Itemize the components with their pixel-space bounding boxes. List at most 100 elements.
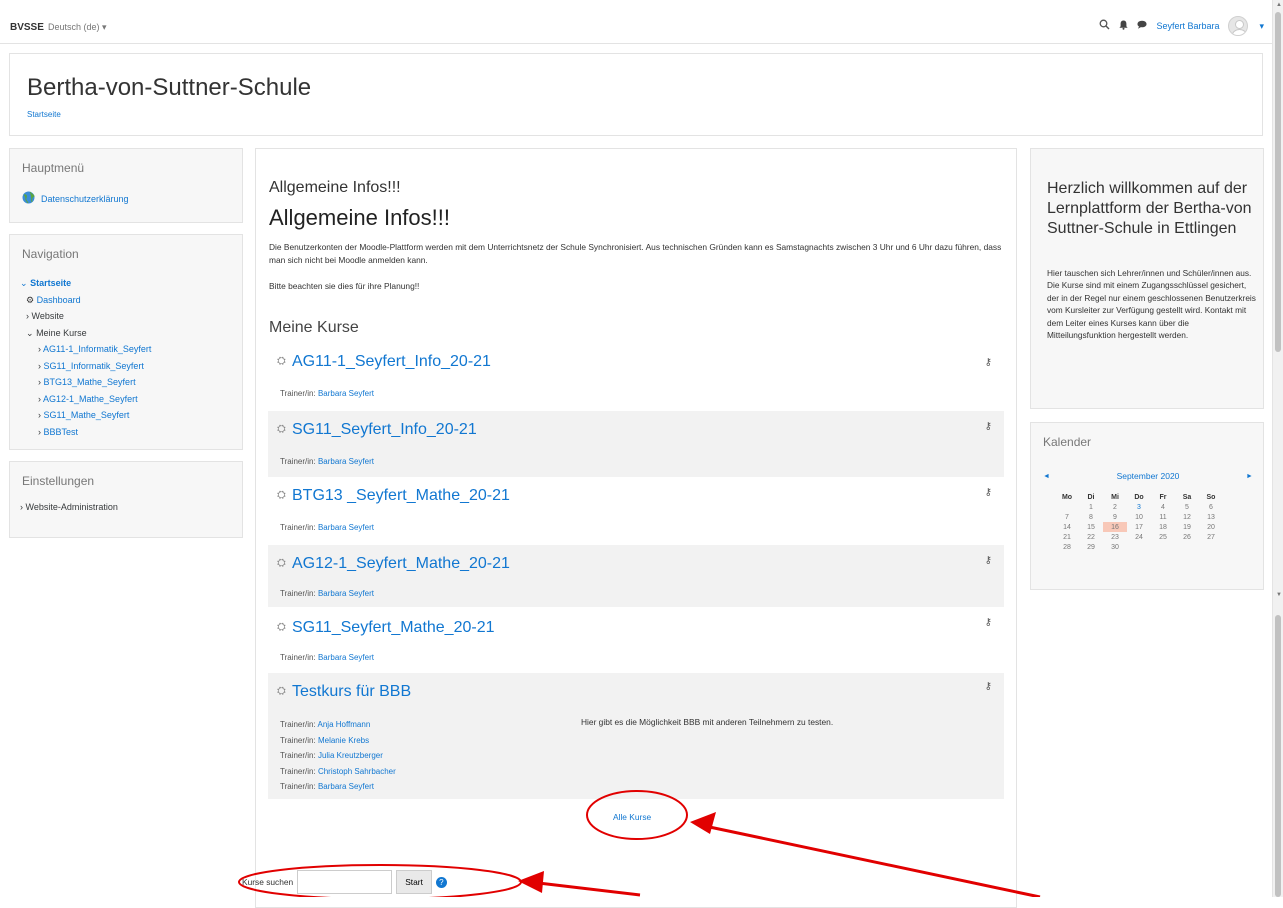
help-icon[interactable]: ? xyxy=(435,876,447,888)
calendar-day[interactable]: 14 xyxy=(1055,522,1079,532)
nav-website[interactable]: › Website xyxy=(20,308,151,325)
scroll-thumb[interactable] xyxy=(1275,12,1281,352)
calendar-day[interactable]: 23 xyxy=(1103,532,1127,542)
calendar-day[interactable]: 30 xyxy=(1103,542,1127,552)
nav-course-label[interactable]: AG11-1_Informatik_Seyfert xyxy=(43,344,151,354)
trainer-label: Trainer/in: xyxy=(280,589,316,598)
nav-course-label[interactable]: BTG13_Mathe_Seyfert xyxy=(44,377,136,387)
calendar-day[interactable]: 28 xyxy=(1055,542,1079,552)
trainer-label: Trainer/in: xyxy=(280,653,316,662)
course-title[interactable]: Testkurs für BBB xyxy=(292,683,411,701)
calendar-day[interactable]: 17 xyxy=(1127,522,1151,532)
nav-my-courses[interactable]: ⌄ Meine Kurse xyxy=(20,325,151,342)
privacy-link[interactable]: Datenschutzerklärung xyxy=(22,191,129,206)
weekday: Mi xyxy=(1111,494,1119,501)
calendar-day[interactable]: 13 xyxy=(1199,512,1223,522)
calendar-day[interactable]: 5 xyxy=(1175,502,1199,512)
nav-website-label: Website xyxy=(31,311,64,321)
trainer-link[interactable]: Barbara Seyfert xyxy=(318,389,374,398)
calendar-day[interactable]: 8 xyxy=(1079,512,1103,522)
trainer-link[interactable]: Julia Kreutzberger xyxy=(318,751,383,760)
calendar-day[interactable]: 15 xyxy=(1079,522,1103,532)
all-courses-link[interactable]: Alle Kurse xyxy=(613,812,651,822)
calendar-day[interactable]: 3 xyxy=(1127,502,1151,512)
language-menu[interactable]: Deutsch (de) ▾ xyxy=(48,22,107,33)
site-admin-item[interactable]: › Website-Administration xyxy=(20,502,118,512)
nav-course-label[interactable]: AG12-1_Mathe_Seyfert xyxy=(43,394,138,404)
calendar-day[interactable]: 7 xyxy=(1055,512,1079,522)
trainer-link[interactable]: Anja Hoffmann xyxy=(318,720,371,729)
trainer-link[interactable]: Christoph Sahrbacher xyxy=(318,767,396,776)
breadcrumb-home[interactable]: Startseite xyxy=(27,110,61,119)
search-label: Kurse suchen xyxy=(242,877,294,887)
calendar-day[interactable]: 1 xyxy=(1079,502,1103,512)
calendar-day[interactable]: 26 xyxy=(1175,532,1199,542)
calendar-day[interactable]: 19 xyxy=(1175,522,1199,532)
nav-home[interactable]: ⌄ Startseite xyxy=(20,275,151,292)
calendar-day[interactable]: 10 xyxy=(1127,512,1151,522)
course-title[interactable]: BTG13 _Seyfert_Mathe_20-21 xyxy=(292,487,510,505)
welcome-text: Hier tauschen sich Lehrer/innen und Schü… xyxy=(1047,268,1256,341)
privacy-link-label[interactable]: Datenschutzerklärung xyxy=(41,194,129,204)
course-box: ⛭ BTG13 _Seyfert_Mathe_20-21 ⚷ Trainer/i… xyxy=(268,479,1004,543)
calendar-day[interactable]: 25 xyxy=(1151,532,1175,542)
trainer-link[interactable]: Barbara Seyfert xyxy=(318,589,374,598)
nav-course-item[interactable]: › SG11_Informatik_Seyfert xyxy=(20,358,151,375)
course-search-input[interactable] xyxy=(297,870,393,894)
nav-dashboard[interactable]: ⚙ Dashboard xyxy=(20,292,151,309)
page-scrollbar[interactable]: ▲ ▼ xyxy=(1272,0,1283,897)
calendar-day[interactable]: 11 xyxy=(1151,512,1175,522)
course-box: ⛭ AG12-1_Seyfert_Mathe_20-21 ⚷ Trainer/i… xyxy=(268,545,1004,607)
trainer-link[interactable]: Melanie Krebs xyxy=(318,736,369,745)
calendar-day[interactable]: 9 xyxy=(1103,512,1127,522)
calendar-grid: Mo Di Mi Do Fr Sa So 1 2 3 4 5 6 7 8 9 10 11 12 13 14… xyxy=(1055,493,1223,552)
avatar[interactable] xyxy=(1228,16,1249,36)
nav-dashboard-label[interactable]: Dashboard xyxy=(37,295,81,305)
calendar-day[interactable]: 12 xyxy=(1175,512,1199,522)
next-month-icon[interactable]: ► xyxy=(1246,473,1253,480)
course-title[interactable]: SG11_Seyfert_Mathe_20-21 xyxy=(292,619,495,637)
chat-bubble-icon[interactable] xyxy=(1137,20,1148,32)
calendar-day[interactable]: 2 xyxy=(1103,502,1127,512)
search-start-button[interactable]: Start xyxy=(396,870,432,894)
trainer-label: Trainer/in: xyxy=(280,782,316,791)
nav-course-item[interactable]: › AG11-1_Informatik_Seyfert xyxy=(20,341,151,358)
trainer-link[interactable]: Barbara Seyfert xyxy=(318,653,374,662)
calendar-month[interactable]: September 2020 xyxy=(1117,471,1180,481)
nav-course-label[interactable]: SG11_Informatik_Seyfert xyxy=(44,361,144,371)
calendar-day[interactable]: 18 xyxy=(1151,522,1175,532)
user-name[interactable]: Seyfert Barbara xyxy=(1156,21,1219,31)
nav-course-item[interactable]: › SG11_Mathe_Seyfert xyxy=(20,407,151,424)
calendar-day[interactable]: 6 xyxy=(1199,502,1223,512)
calendar-day[interactable]: 21 xyxy=(1055,532,1079,542)
calendar-day[interactable]: 27 xyxy=(1199,532,1223,542)
user-menu-caret-icon[interactable]: ▾ xyxy=(1259,21,1264,32)
calendar-day[interactable]: 24 xyxy=(1127,532,1151,542)
course-title[interactable]: AG12-1_Seyfert_Mathe_20-21 xyxy=(292,555,510,573)
nav-course-label[interactable]: SG11_Mathe_Seyfert xyxy=(44,410,130,420)
trainer-label: Trainer/in: xyxy=(280,751,316,760)
calendar-day[interactable]: 20 xyxy=(1199,522,1223,532)
nav-course-item[interactable]: › AG12-1_Mathe_Seyfert xyxy=(20,391,151,408)
course-title[interactable]: AG11-1_Seyfert_Info_20-21 xyxy=(292,353,491,371)
calendar-day[interactable]: 4 xyxy=(1151,502,1175,512)
nav-course-label[interactable]: BBBTest xyxy=(44,427,79,437)
nav-home-label[interactable]: Startseite xyxy=(30,278,71,288)
calendar-today[interactable]: 16 xyxy=(1103,522,1127,532)
calendar-day[interactable]: 29 xyxy=(1079,542,1103,552)
scroll-up-icon[interactable]: ▲ xyxy=(1276,2,1282,8)
trainer-link[interactable]: Barbara Seyfert xyxy=(318,523,374,532)
trainer-link[interactable]: Barbara Seyfert xyxy=(318,782,374,791)
scroll-thumb-lower[interactable] xyxy=(1275,615,1281,897)
nav-course-item[interactable]: › BTG13_Mathe_Seyfert xyxy=(20,374,151,391)
brand-link[interactable]: BVSSE xyxy=(10,22,44,33)
bell-icon[interactable] xyxy=(1119,20,1129,33)
prev-month-icon[interactable]: ◄ xyxy=(1043,473,1050,480)
search-icon[interactable] xyxy=(1099,19,1110,33)
course-title[interactable]: SG11_Seyfert_Info_20-21 xyxy=(292,421,477,439)
scroll-down-icon[interactable]: ▼ xyxy=(1276,592,1282,598)
trainer-link[interactable]: Barbara Seyfert xyxy=(318,457,374,466)
nav-course-item[interactable]: › BBBTest xyxy=(20,424,151,441)
calendar-title: Kalender xyxy=(1043,435,1092,449)
calendar-day[interactable]: 22 xyxy=(1079,532,1103,542)
